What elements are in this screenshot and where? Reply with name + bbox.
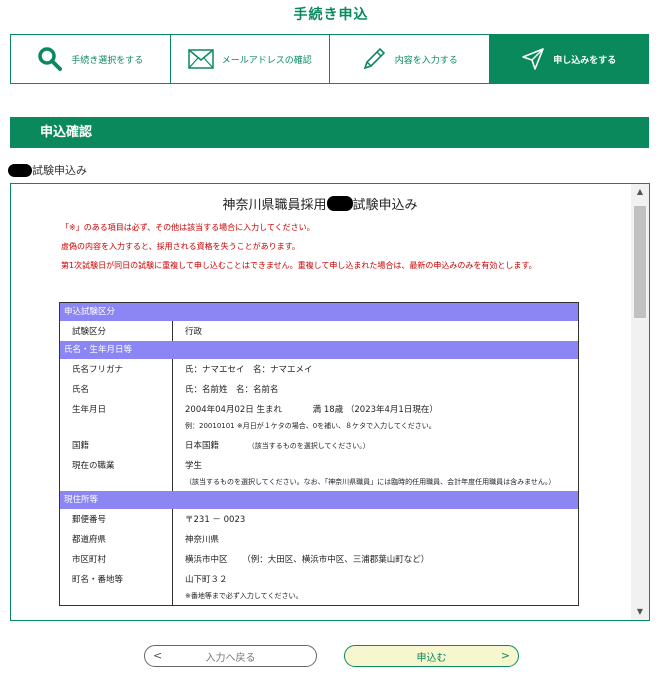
table-row: 氏名フリガナ 氏：ナマエセイ 名：ナマエメイ bbox=[59, 359, 579, 379]
row-label: 国籍 bbox=[59, 435, 173, 455]
form-table: 申込試験区分 試験区分 行政 氏名・生年月日等 氏名フリガナ 氏：ナマエセイ 名… bbox=[59, 302, 579, 606]
section-title: 氏名・生年月日等 bbox=[59, 341, 579, 359]
row-label: 都道府県 bbox=[59, 529, 173, 549]
street-hint: ※番地等まで必ず入力してください。 bbox=[185, 592, 303, 600]
step-input: 内容を入力する bbox=[330, 35, 490, 83]
row-value: 神奈川県 bbox=[185, 535, 220, 545]
table-row: 生年月日 2004年04月02日 生まれ 満 18歳 （2023年4月1日現在）… bbox=[59, 399, 579, 435]
step-submit: 申し込みをする bbox=[489, 35, 648, 83]
row-value: 氏：ナマエセイ 名：ナマエメイ bbox=[185, 365, 313, 375]
table-row: 郵便番号 〒231 － 0023 bbox=[59, 509, 579, 529]
step-email: メールアドレスの確認 bbox=[171, 35, 330, 83]
panel-content: 神奈川県職員採用 試験申込み 「※」のある項目は必ず、その他は該当する場合に入力… bbox=[11, 184, 629, 620]
row-label: 市区町村 bbox=[59, 549, 173, 569]
row-label: 氏名フリガナ bbox=[59, 359, 173, 379]
submit-button[interactable]: 申込む > bbox=[344, 645, 519, 667]
step-label: メールアドレスの確認 bbox=[221, 55, 312, 66]
form-title-prefix: 神奈川県職員採用 bbox=[222, 198, 327, 213]
birth-date: 2004年04月02日 生まれ bbox=[185, 405, 282, 415]
mail-icon bbox=[187, 49, 214, 69]
submit-button-label: 申込む bbox=[416, 652, 447, 664]
occupation-hint: （該当するものを選択してください。なお、「神奈川県職員」には臨時的任用職員、会計… bbox=[185, 478, 556, 486]
row-label: 氏名 bbox=[59, 379, 173, 399]
scroll-up-arrow-icon[interactable]: ▲ bbox=[631, 184, 649, 200]
scroll-thumb[interactable] bbox=[634, 206, 646, 318]
row-label: 郵便番号 bbox=[59, 509, 173, 529]
page-title: 手続き申込 bbox=[293, 7, 369, 23]
table-row: 市区町村 横浜市中区 （例：大田区、横浜市中区、三浦郡葉山町など） bbox=[59, 549, 579, 569]
scroll-down-arrow-icon[interactable]: ▼ bbox=[631, 604, 649, 620]
street-value: 山下町３２ bbox=[185, 575, 228, 585]
notice-duplicate: 第1次試験日が同日の試験に重複して申し込むことはできません。重複して申し込まれた… bbox=[61, 261, 537, 270]
row-value: 氏：名前姓 名：名前名 bbox=[185, 385, 279, 395]
send-icon bbox=[522, 48, 545, 70]
notice-false-info: 虚偽の内容を入力すると、採用される資格を失うことがあります。 bbox=[61, 242, 300, 251]
chevron-right-icon: > bbox=[500, 649, 510, 662]
row-label: 生年月日 bbox=[59, 399, 173, 435]
row-value: 山下町３２ ※番地等まで必ず入力してください。 bbox=[173, 569, 579, 606]
table-row: 町名・番地等 山下町３２ ※番地等まで必ず入力してください。 bbox=[59, 569, 579, 606]
section-row: 申込試験区分 bbox=[59, 302, 579, 321]
section-row: 氏名・生年月日等 bbox=[59, 341, 579, 359]
chevron-left-icon: < bbox=[153, 649, 163, 662]
redaction bbox=[8, 163, 32, 177]
scrollbar[interactable]: ▲ ▼ bbox=[631, 184, 649, 620]
birth-hint: 例：20010101 ※月日が１ケタの場合、0を補い、８ケタで入力してください。 bbox=[185, 422, 436, 430]
row-value: 〒231 － 0023 bbox=[185, 515, 246, 525]
notice-required: 「※」のある項目は必ず、その他は該当する場合に入力してください。 bbox=[61, 223, 315, 232]
section-title: 申込試験区分 bbox=[59, 302, 579, 321]
table-row: 試験区分 行政 bbox=[59, 321, 579, 341]
step-label: 内容を入力する bbox=[394, 55, 458, 66]
back-button-label: 入力へ戻る bbox=[205, 652, 256, 664]
table-row: 都道府県 神奈川県 bbox=[59, 529, 579, 549]
table-row: 国籍 日本国籍 （該当するものを選択してください。） bbox=[59, 435, 579, 455]
step-label: 申し込みをする bbox=[553, 55, 617, 66]
age: 満 18歳 （2023年4月1日現在） bbox=[312, 405, 438, 415]
row-value: 2004年04月02日 生まれ 満 18歳 （2023年4月1日現在） 例：20… bbox=[173, 399, 579, 435]
city-hint: （例：大田区、横浜市中区、三浦郡葉山町など） bbox=[242, 555, 430, 565]
occupation-value: 学生 bbox=[185, 461, 203, 471]
step-label: 手続き選択をする bbox=[71, 55, 144, 66]
row-label: 現在の職業 bbox=[59, 455, 173, 491]
progress-steps: 手続き選択をする メールアドレスの確認 内容を入力する 申し込みをする bbox=[10, 34, 649, 84]
row-label: 試験区分 bbox=[59, 321, 173, 341]
search-icon bbox=[38, 47, 63, 71]
step-select: 手続き選択をする bbox=[11, 35, 171, 83]
confirmation-panel: 神奈川県職員採用 試験申込み 「※」のある項目は必ず、その他は該当する場合に入力… bbox=[10, 183, 650, 621]
pencil-icon bbox=[363, 47, 385, 70]
row-value: 横浜市中区 （例：大田区、横浜市中区、三浦郡葉山町など） bbox=[173, 549, 579, 569]
form-title: 神奈川県職員採用 試験申込み bbox=[11, 194, 629, 213]
section-header: 申込確認 bbox=[10, 117, 649, 148]
table-row: 氏名 氏：名前姓 名：名前名 bbox=[59, 379, 579, 399]
city-value: 横浜市中区 bbox=[185, 555, 228, 565]
back-to-input-button[interactable]: < 入力へ戻る bbox=[144, 645, 317, 667]
row-value: 学生 （該当するものを選択してください。なお、「神奈川県職員」には臨時的任用職員… bbox=[173, 455, 579, 491]
row-label: 町名・番地等 bbox=[59, 569, 173, 606]
exam-label-text: 試験申込み bbox=[32, 164, 87, 177]
table-row: 現在の職業 学生 （該当するものを選択してください。なお、「神奈川県職員」には臨… bbox=[59, 455, 579, 491]
nationality-value: 日本国籍 bbox=[185, 441, 220, 451]
redaction bbox=[326, 196, 353, 211]
exam-label: 試験申込み bbox=[8, 162, 87, 178]
row-value: 行政 bbox=[185, 327, 203, 337]
nationality-hint: （該当するものを選択してください。） bbox=[247, 442, 370, 450]
section-row: 現住所等 bbox=[59, 491, 579, 509]
section-title: 現住所等 bbox=[59, 491, 579, 509]
row-value: 日本国籍 （該当するものを選択してください。） bbox=[173, 435, 579, 455]
form-title-suffix: 試験申込み bbox=[352, 198, 418, 213]
